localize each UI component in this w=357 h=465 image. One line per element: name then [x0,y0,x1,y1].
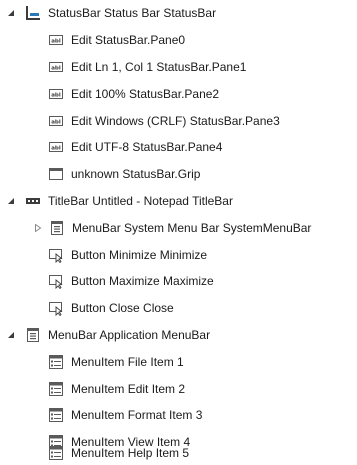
tree-node-edit[interactable]: abl Edit StatusBar.Pane0 [0,27,357,54]
tree-node-system-menubar[interactable]: MenuBar System Menu Bar SystemMenuBar [0,214,357,241]
edit-icon: abl [48,139,64,155]
tree-node-application-menubar[interactable]: MenuBar Application MenuBar [0,322,357,349]
node-label: Button Close Close [71,301,174,316]
edit-icon: abl [48,113,64,129]
tree-node-edit[interactable]: abl Edit Windows (CRLF) StatusBar.Pane3 [0,107,357,134]
collapsed-triangle-icon[interactable] [33,223,43,233]
menuitem-icon [48,445,64,461]
tree-node-menuitem-file[interactable]: MenuItem File Item 1 [0,348,357,375]
node-label: Button Minimize Minimize [71,247,208,262]
svg-text:abl: abl [51,146,61,152]
tree-node-button-close[interactable]: Button Close Close [0,295,357,322]
node-label: StatusBar Status Bar StatusBar [48,6,217,21]
menubar-icon [25,327,41,343]
node-label: Edit StatusBar.Pane0 [71,33,186,48]
ui-tree: StatusBar Status Bar StatusBar abl Edit … [0,0,357,465]
edit-icon: abl [48,86,64,102]
tree-node-menuitem-help[interactable]: MenuItem Help Item 5 [0,441,357,465]
node-label: Edit Ln 1, Col 1 StatusBar.Pane1 [71,59,247,74]
node-label: MenuItem Format Item 3 [71,408,203,423]
button-icon [48,247,64,263]
node-label: MenuItem Edit Item 2 [71,381,186,396]
menubar-icon [49,220,65,236]
tree-node-titlebar[interactable]: TitleBar Untitled - Notepad TitleBar [0,188,357,215]
node-label: MenuItem File Item 1 [71,354,184,369]
edit-icon: abl [48,32,64,48]
svg-text:abl: abl [51,39,61,45]
expanded-triangle-icon[interactable] [6,196,16,206]
node-label: MenuBar System Menu Bar SystemMenuBar [72,220,312,235]
node-label: Button Maximize Maximize [71,274,214,289]
tree-node-button-minimize[interactable]: Button Minimize Minimize [0,241,357,268]
edit-icon: abl [48,59,64,75]
tree-node-edit[interactable]: abl Edit UTF-8 StatusBar.Pane4 [0,134,357,161]
svg-text:abl: abl [51,66,61,72]
statusbar-icon [25,5,41,21]
menuitem-icon [48,407,64,423]
tree-node-unknown[interactable]: unknown StatusBar.Grip [0,161,357,188]
tree-node-edit[interactable]: abl Edit 100% StatusBar.Pane2 [0,80,357,107]
node-label: Edit UTF-8 StatusBar.Pane4 [71,140,223,155]
tree-node-edit[interactable]: abl Edit Ln 1, Col 1 StatusBar.Pane1 [0,54,357,81]
node-label: unknown StatusBar.Grip [71,167,201,182]
button-icon [48,273,64,290]
node-label: TitleBar Untitled - Notepad TitleBar [48,193,233,208]
tree-node-button-maximize[interactable]: Button Maximize Maximize [0,268,357,295]
expanded-triangle-icon[interactable] [6,330,16,340]
node-label: MenuBar Application MenuBar [48,327,211,342]
window-icon [48,166,64,182]
titlebar-icon [25,193,41,209]
svg-text:abl: abl [51,92,61,98]
menuitem-icon [48,354,64,370]
tree-node-menuitem-format[interactable]: MenuItem Format Item 3 [0,402,357,429]
menuitem-icon [48,381,64,397]
node-label: MenuItem Help Item 5 [71,446,190,460]
expanded-triangle-icon[interactable] [6,8,16,18]
tree-node-statusbar[interactable]: StatusBar Status Bar StatusBar [0,0,357,27]
node-label: Edit Windows (CRLF) StatusBar.Pane3 [71,113,280,128]
tree-node-menuitem-edit[interactable]: MenuItem Edit Item 2 [0,375,357,402]
svg-text:abl: abl [51,119,61,125]
button-icon [48,300,64,317]
node-label: Edit 100% StatusBar.Pane2 [71,86,220,101]
